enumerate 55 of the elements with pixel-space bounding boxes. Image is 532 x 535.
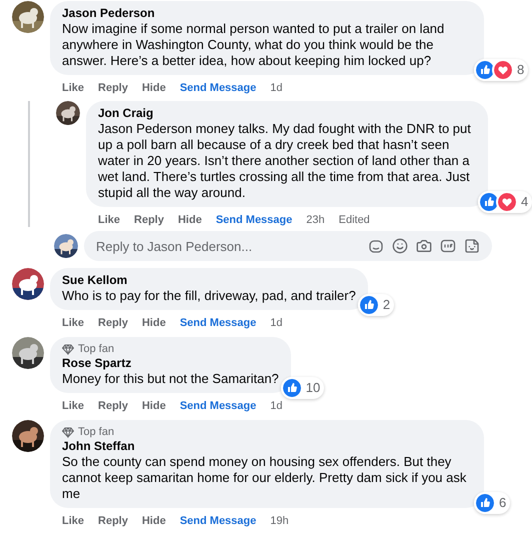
author-name[interactable]: Sue Kellom	[62, 273, 356, 288]
top-fan-label: Top fan	[78, 342, 114, 356]
diamond-icon	[62, 344, 74, 354]
comment-text: Now imagine if some normal person wanted to put a trailer on land anywhere in Washington County, what do you think would be the answer. Here’s a better idea, how about keeping him locked up?	[62, 21, 446, 69]
sticker-icon[interactable]	[464, 238, 480, 254]
comment-text: Jason Pederson money talks. My dad fought with the DNR to put up a poll barn all because of a dry creek bed that hasn’t seen water in 20 years. Isn’t there another section of land other than a wet land. There’s turtles crossing all the time from that area. Just stupid all the way around.	[98, 121, 472, 201]
camera-icon[interactable]	[416, 238, 432, 254]
action-link[interactable]: Reply	[134, 213, 164, 227]
thumbs-up-icon	[474, 492, 496, 514]
thumbs-up-icon	[280, 377, 303, 399]
action-link[interactable]: Like	[62, 514, 84, 528]
action-link[interactable]: Reply	[98, 316, 128, 330]
send-message-link[interactable]: Send Message	[180, 399, 256, 413]
comment-text: Money for this but not the Samaritan?	[62, 371, 279, 387]
heart-icon	[496, 191, 518, 213]
author-name[interactable]: Jon Craig	[98, 106, 476, 121]
reactions-badge[interactable]: 8	[474, 59, 528, 81]
reply-input-field[interactable]: Reply to Jason Pederson...	[84, 231, 492, 261]
timestamp[interactable]: 1d	[270, 316, 282, 330]
reactions-badge[interactable]: 10	[280, 377, 324, 399]
action-link[interactable]: Hide	[142, 399, 166, 413]
author-name[interactable]: Rose Spartz	[62, 356, 279, 371]
action-link[interactable]: Like	[62, 399, 84, 413]
action-link[interactable]: Hide	[142, 514, 166, 528]
edited-label: Edited	[338, 213, 370, 227]
gif-icon[interactable]	[440, 238, 456, 254]
timestamp[interactable]: 1d	[270, 81, 282, 95]
timestamp[interactable]: 23h	[306, 213, 325, 227]
action-link[interactable]: Like	[62, 316, 84, 330]
timestamp[interactable]: 19h	[270, 514, 289, 528]
action-link[interactable]: Hide	[142, 316, 166, 330]
reactions-badge[interactable]: 4	[478, 191, 532, 213]
comment-text: Who is to pay for the fill, driveway, pad, and trailer?	[62, 288, 356, 304]
send-message-link[interactable]: Send Message	[216, 213, 292, 227]
action-link[interactable]: Like	[98, 213, 120, 227]
action-link[interactable]: Reply	[98, 399, 128, 413]
comment-text: So the county can spend money on housing sex offenders. But they cannot keep samaritan home for our elderly. Pretty dam sick if you ask me	[62, 454, 468, 502]
send-message-link[interactable]: Send Message	[180, 316, 256, 330]
top-fan-label: Top fan	[78, 425, 114, 439]
author-name[interactable]: Jason Pederson	[62, 6, 472, 21]
reactions-badge[interactable]: 2	[358, 294, 394, 316]
action-link[interactable]: Reply	[98, 81, 128, 95]
action-link[interactable]: Reply	[98, 514, 128, 528]
send-message-link[interactable]: Send Message	[180, 81, 256, 95]
heart-icon	[492, 59, 514, 81]
author-name[interactable]: John Steffan	[62, 439, 472, 454]
timestamp[interactable]: 1d	[270, 399, 282, 413]
action-link[interactable]: Hide	[142, 81, 166, 95]
action-link[interactable]: Hide	[178, 213, 202, 227]
action-link[interactable]: Like	[62, 81, 84, 95]
send-message-link[interactable]: Send Message	[180, 514, 256, 528]
reactions-badge[interactable]: 6	[474, 492, 510, 514]
emoji-icon[interactable]	[392, 238, 408, 254]
thumbs-up-icon	[358, 294, 380, 316]
diamond-icon	[62, 426, 74, 438]
